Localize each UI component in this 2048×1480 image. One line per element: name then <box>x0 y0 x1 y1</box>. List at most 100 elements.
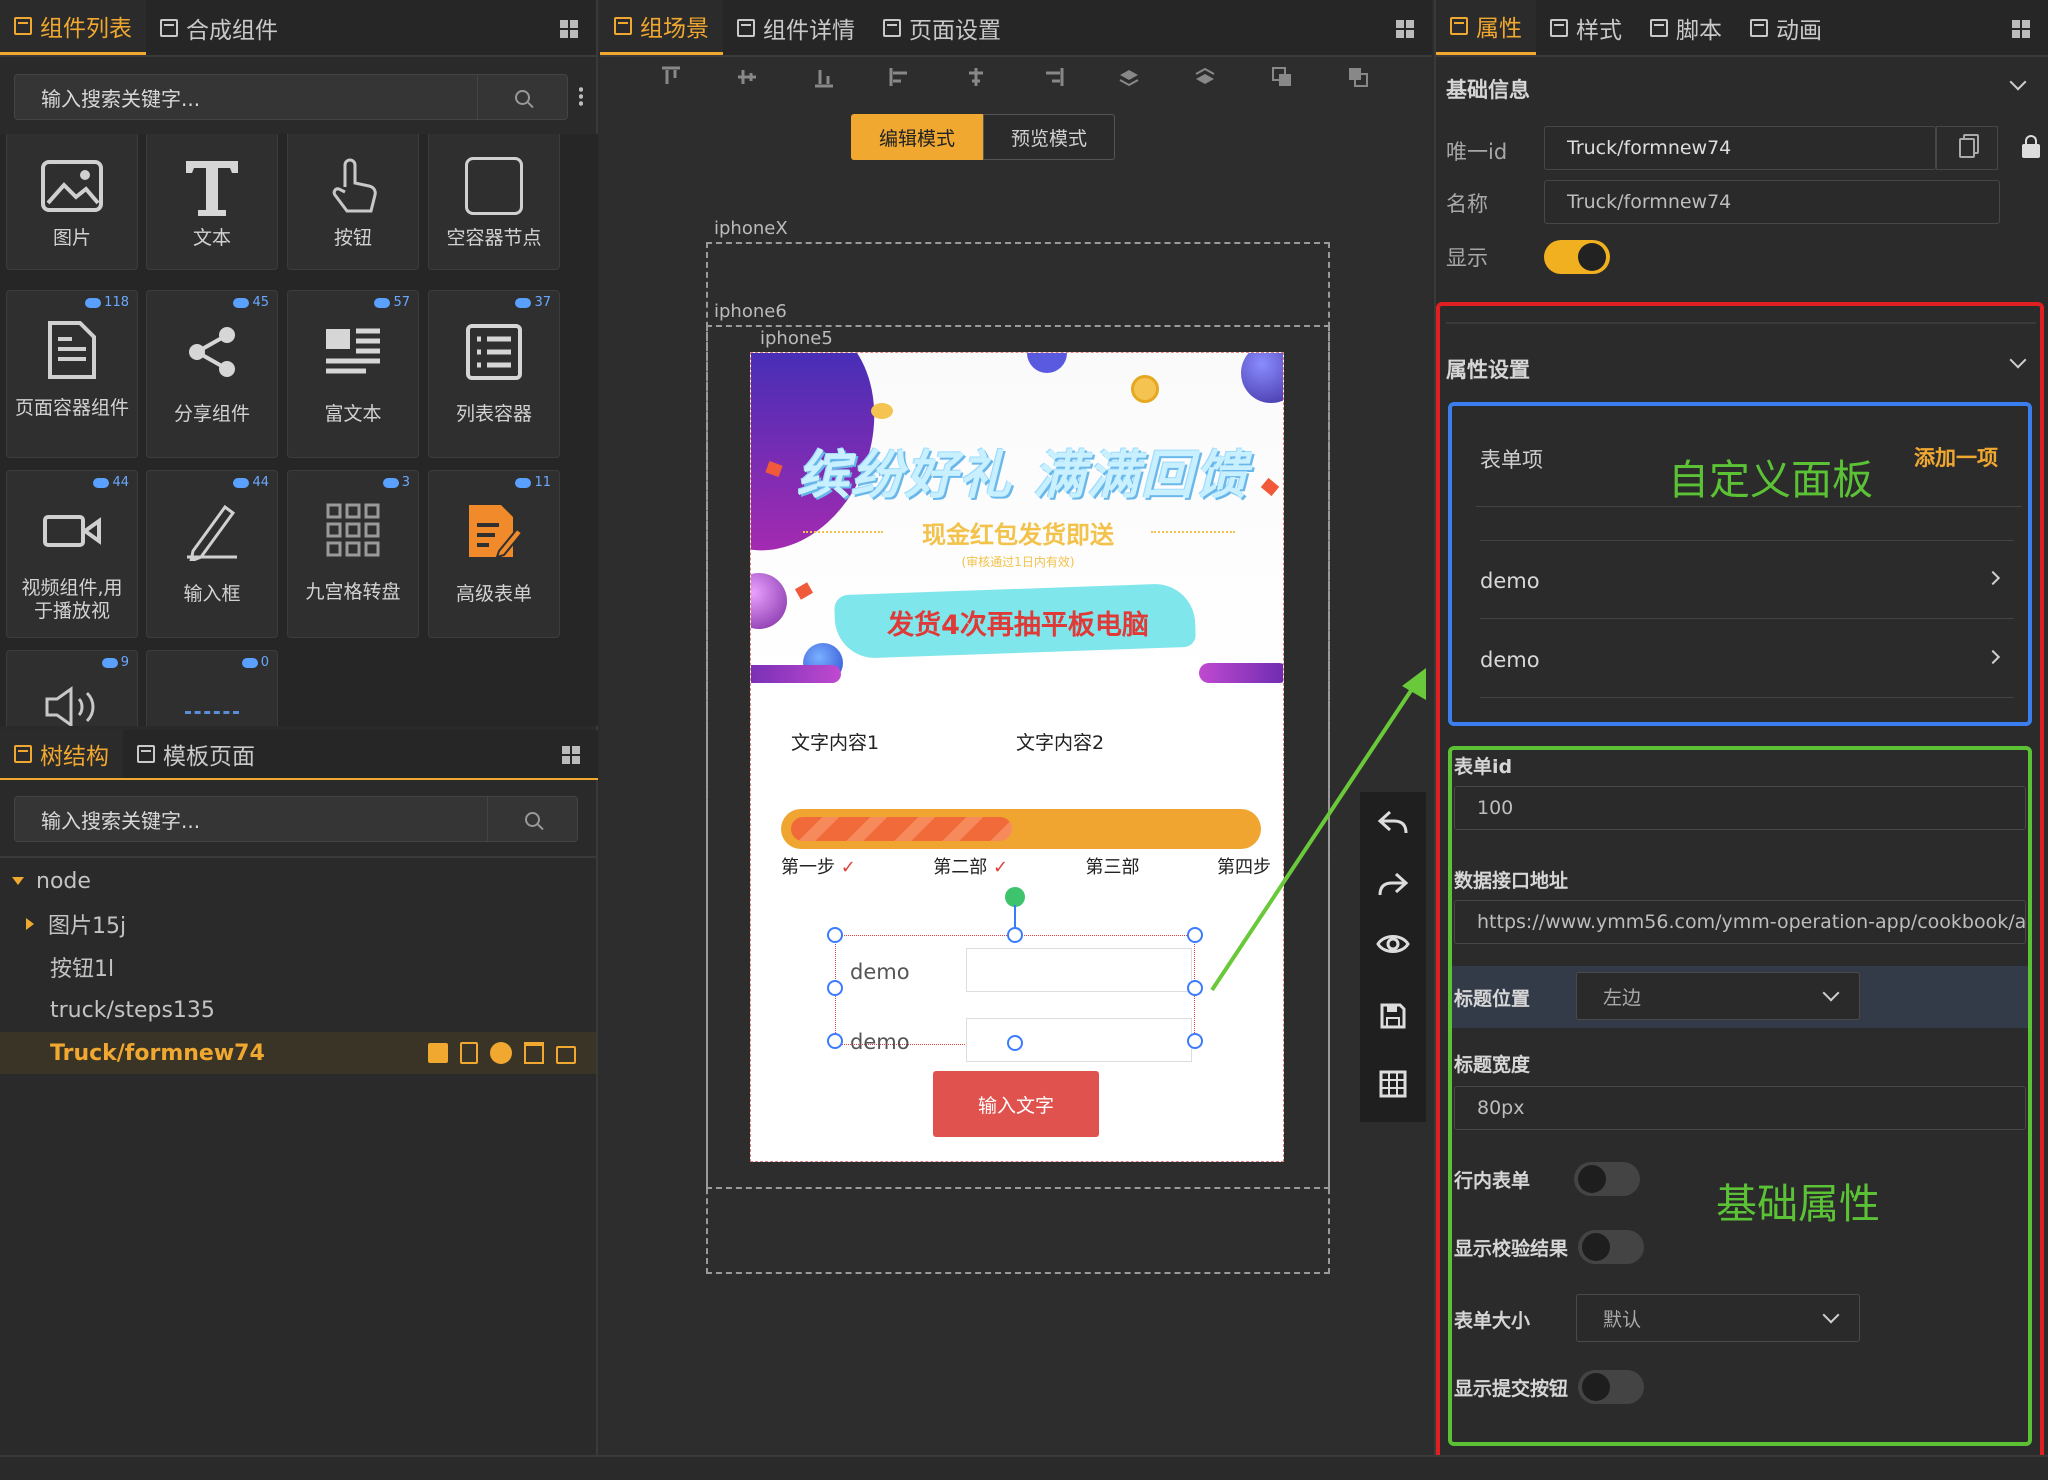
tab-tree[interactable]: 树结构 <box>0 730 123 778</box>
tab-styles[interactable]: 样式 <box>1536 0 1636 55</box>
send-back-icon[interactable] <box>1347 66 1369 88</box>
add-item-link[interactable]: 添加一项 <box>1914 442 1998 472</box>
resize-handle-bottom[interactable] <box>1007 1035 1023 1051</box>
preview-mode-button[interactable]: 预览模式 <box>983 114 1115 160</box>
steps-progress-bar[interactable] <box>781 809 1261 849</box>
tree-tabbar: 树结构 模板页面 <box>0 730 598 780</box>
grid-icon[interactable] <box>562 746 580 764</box>
component-image[interactable]: 图片 <box>6 134 138 270</box>
table-icon[interactable] <box>1360 1054 1426 1114</box>
more-vertical-icon[interactable] <box>579 86 583 106</box>
align-right-icon[interactable] <box>1042 66 1064 88</box>
resize-handle-left[interactable] <box>827 980 843 996</box>
align-top-icon[interactable] <box>660 66 682 88</box>
download-count-badge: 44 <box>233 475 269 490</box>
form-item-label: 表单项 <box>1480 448 1543 472</box>
tab-animation[interactable]: 动画 <box>1736 0 1836 55</box>
tree-node-root[interactable]: node <box>0 860 596 902</box>
resize-handle-top-left[interactable] <box>827 927 843 943</box>
grid-icon[interactable] <box>2012 20 2030 38</box>
component-divider[interactable]: 0 <box>146 650 278 726</box>
form-input-1[interactable] <box>966 948 1192 992</box>
calendar-icon <box>14 745 32 763</box>
edit-icon[interactable] <box>428 1043 448 1063</box>
form-size-select[interactable]: 默认 <box>1576 1294 1860 1342</box>
chevron-down-icon[interactable] <box>2009 73 2027 91</box>
form-input-2[interactable] <box>966 1018 1192 1062</box>
component-empty-container[interactable]: 空容器节点 <box>428 134 560 270</box>
component-video[interactable]: 44 视频组件,用于播放视 <box>6 470 138 638</box>
purple-wave-decoration <box>751 665 841 683</box>
divider-line <box>1151 531 1235 533</box>
chevron-right-icon <box>1985 649 2001 665</box>
rotate-handle[interactable] <box>1005 887 1025 907</box>
tree-node-form-selected[interactable]: Truck/formnew74 <box>0 1032 596 1074</box>
tab-script[interactable]: 脚本 <box>1636 0 1736 55</box>
component-audio[interactable]: 9 <box>6 650 138 726</box>
id-icon[interactable] <box>490 1042 512 1064</box>
search-button[interactable] <box>487 797 577 841</box>
api-url-field[interactable]: https://www.ymm56.com/ymm-operation-app/… <box>1454 900 2026 944</box>
bring-front-icon[interactable] <box>1271 66 1293 88</box>
calendar-icon <box>160 18 178 37</box>
resize-handle-bottom-left[interactable] <box>827 1033 843 1049</box>
component-rich-text[interactable]: 57 富文本 <box>287 290 419 458</box>
purple-orb-decoration <box>1241 353 1283 403</box>
tree-node-image[interactable]: 图片15j <box>0 903 596 945</box>
layer-up-icon[interactable] <box>1118 66 1140 88</box>
component-button[interactable]: 按钮 <box>287 134 419 270</box>
show-toggle[interactable] <box>1544 240 1610 274</box>
tab-page-settings[interactable]: 页面设置 <box>869 0 1015 55</box>
demo-item-2[interactable]: demo <box>1480 620 2014 698</box>
component-search-input[interactable]: 输入搜索关键字... <box>14 74 568 120</box>
component-page-container[interactable]: 118 页面容器组件 <box>6 290 138 458</box>
component-share[interactable]: 45 分享组件 <box>146 290 278 458</box>
grid-icon[interactable] <box>560 20 578 38</box>
form-id-field[interactable]: 100 <box>1454 786 2026 830</box>
component-list-container[interactable]: 37 列表容器 <box>428 290 560 458</box>
title-width-field[interactable]: 80px <box>1454 1086 2026 1130</box>
copy-icon[interactable] <box>460 1042 478 1064</box>
banner-image[interactable]: 缤纷好礼 满满回馈 现金红包发货即送 (审核通过1日内有效) 发货4次再抽平板电… <box>751 353 1283 683</box>
text-content-2[interactable]: 文字内容2 <box>1016 728 1104 755</box>
show-validate-toggle[interactable] <box>1578 1230 1644 1264</box>
tab-component-detail[interactable]: 组件详情 <box>723 0 869 55</box>
tree-node-button[interactable]: 按钮1l <box>0 946 596 988</box>
align-center-icon[interactable] <box>965 66 987 88</box>
component-text[interactable]: 文本 <box>146 134 278 270</box>
title-position-select[interactable]: 左边 <box>1576 972 1860 1020</box>
show-submit-toggle[interactable] <box>1578 1370 1644 1404</box>
search-button[interactable] <box>477 75 567 119</box>
edit-mode-button[interactable]: 编辑模式 <box>851 114 983 160</box>
name-field[interactable]: Truck/formnew74 <box>1544 180 2000 224</box>
layer-down-icon[interactable] <box>1194 66 1216 88</box>
tree-search-input[interactable]: 输入搜索关键字... <box>14 796 578 842</box>
component-input[interactable]: 44 输入框 <box>146 470 278 638</box>
tab-composite-components[interactable]: 合成组件 <box>146 0 292 55</box>
inline-form-toggle[interactable] <box>1574 1162 1640 1196</box>
align-middle-icon[interactable] <box>736 66 758 88</box>
id-field[interactable]: Truck/formnew74 <box>1544 126 1936 170</box>
tab-component-list[interactable]: 组件列表 <box>0 0 146 55</box>
lock-icon[interactable] <box>2022 135 2040 158</box>
status-bar <box>0 1455 2048 1480</box>
grid-icon[interactable] <box>1396 20 1414 38</box>
calendar-icon <box>1450 17 1468 35</box>
text-content-1[interactable]: 文字内容1 <box>791 728 879 755</box>
resize-handle-bottom-right[interactable] <box>1187 1033 1203 1049</box>
align-left-icon[interactable] <box>889 66 911 88</box>
resize-handle-top[interactable] <box>1007 927 1023 943</box>
component-grid-wheel[interactable]: 3 九宫格转盘 <box>287 470 419 638</box>
align-bottom-icon[interactable] <box>813 66 835 88</box>
tab-scene[interactable]: 组场景 <box>600 0 723 55</box>
unlock-icon[interactable] <box>556 1046 576 1064</box>
selected-form[interactable]: demo demo <box>835 935 1195 1062</box>
copy-button[interactable] <box>1936 126 1998 170</box>
component-advanced-form[interactable]: 11 高级表单 <box>428 470 560 638</box>
submit-button[interactable]: 输入文字 <box>933 1071 1099 1137</box>
tab-properties[interactable]: 属性 <box>1436 0 1536 55</box>
tree-node-steps[interactable]: truck/steps135 <box>0 989 596 1031</box>
trash-icon[interactable] <box>524 1042 544 1064</box>
tab-template-pages[interactable]: 模板页面 <box>123 730 269 778</box>
demo-item-1[interactable]: demo <box>1480 541 2014 619</box>
